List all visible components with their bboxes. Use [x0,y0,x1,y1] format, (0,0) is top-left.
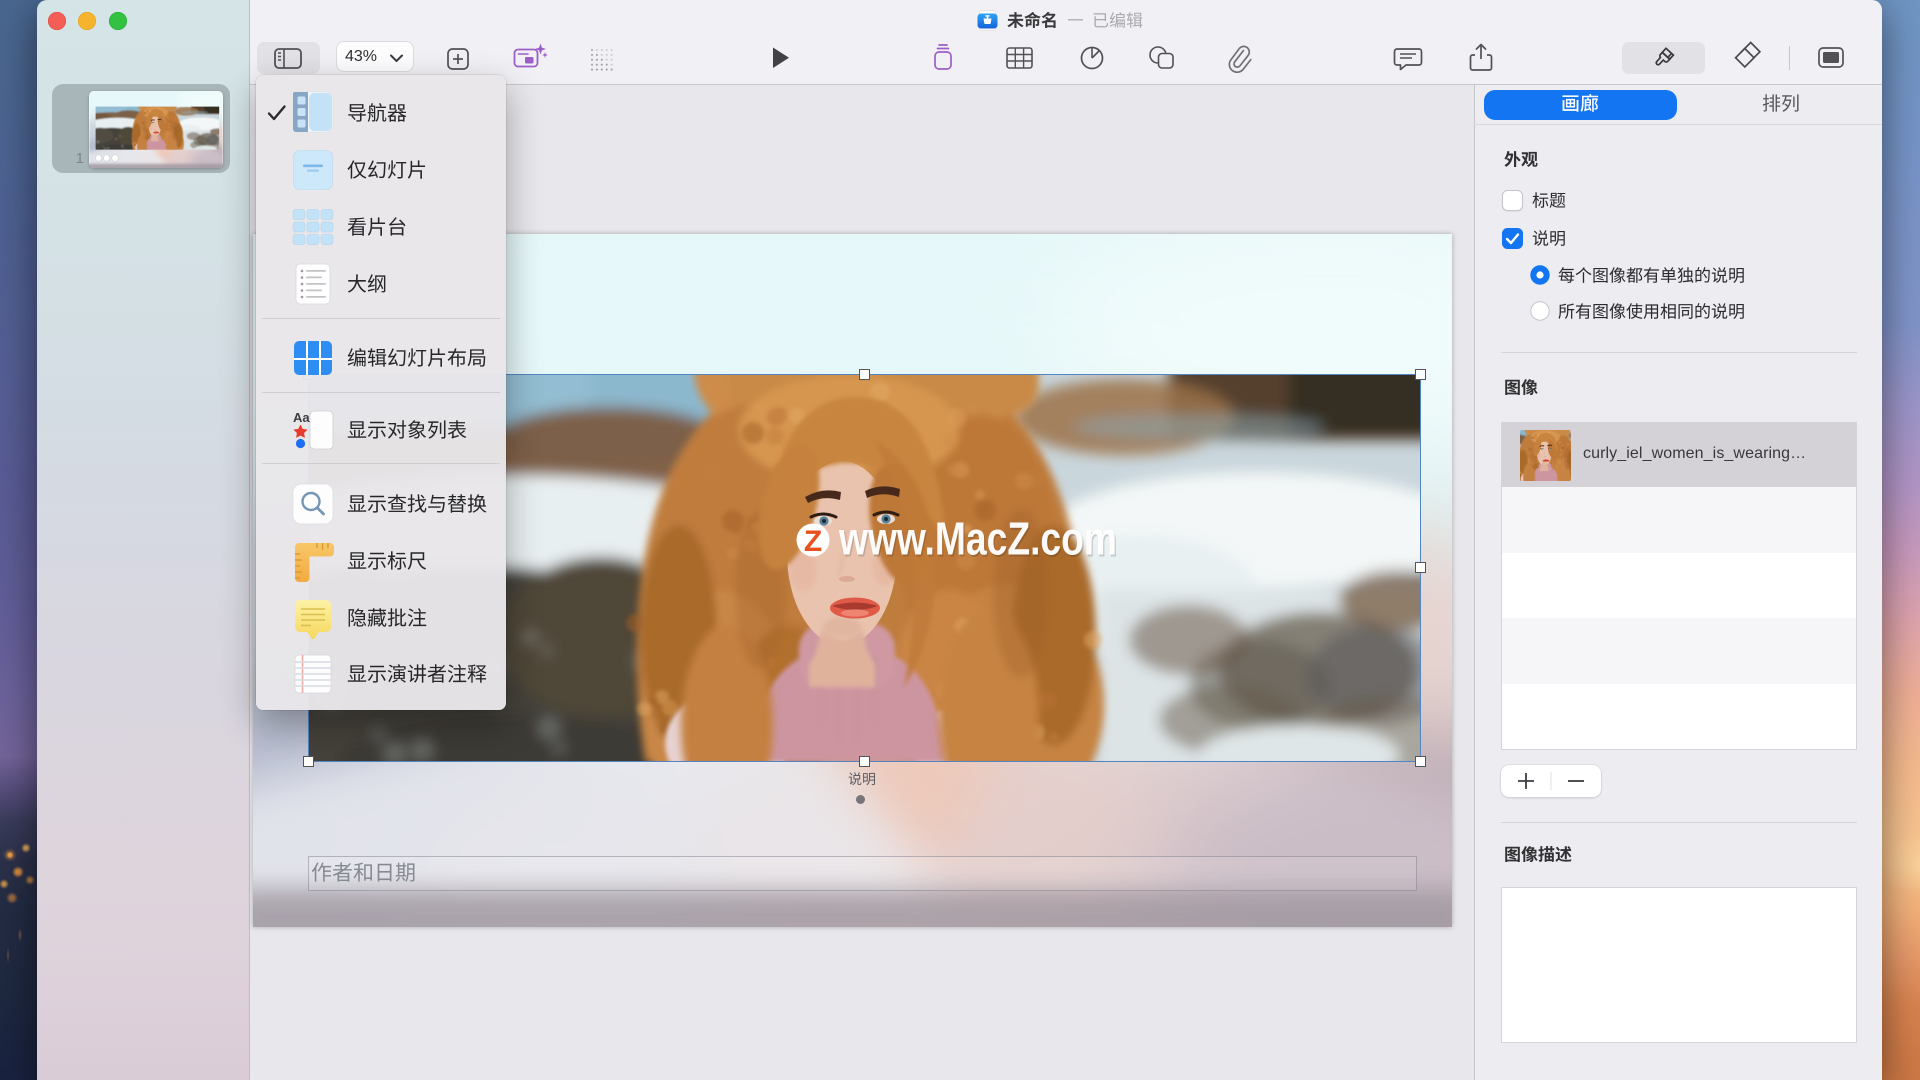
svg-text:Aa: Aa [293,410,310,425]
